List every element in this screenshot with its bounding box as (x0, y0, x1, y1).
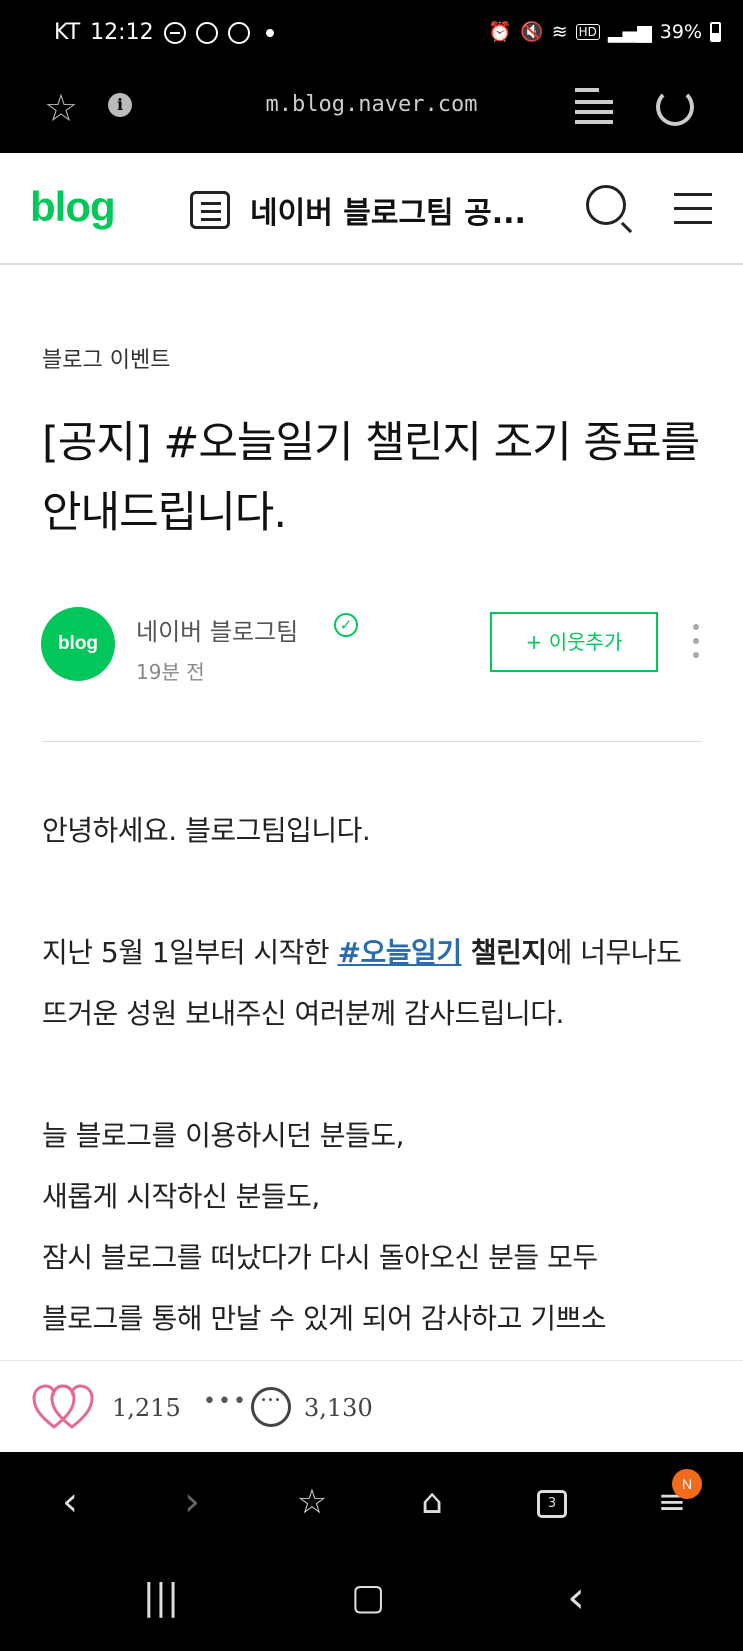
author-name[interactable]: 네이버 블로그팀 (136, 612, 298, 647)
body-line: 블로그를 통해 만날 수 있게 되어 감사하고 기쁘소 (42, 1302, 607, 1335)
battery-percent: 39% (659, 20, 702, 43)
tabs-button[interactable]: 3 (530, 1480, 574, 1524)
paragraph-text: 지난 5월 1일부터 시작한 (42, 936, 338, 969)
post-list-icon[interactable] (190, 191, 230, 229)
system-back-icon[interactable]: ‹ (551, 1576, 601, 1620)
app-notification-icon (195, 21, 218, 44)
more-notifications-dot-icon (265, 28, 274, 37)
post-action-bar: 1,215 ••• 3,130 (0, 1360, 743, 1452)
home-button-icon[interactable]: ▢ (343, 1578, 393, 1618)
notification-badge: N (672, 1469, 702, 1499)
bold-text: 챌린지 (461, 936, 547, 969)
divider (42, 741, 702, 742)
more-options-icon[interactable] (693, 624, 701, 660)
url-text[interactable]: m.blog.naver.com (0, 92, 743, 117)
browser-bottom-nav: ‹ › ☆ ⌂ 3 ≡ N (0, 1452, 743, 1556)
add-neighbor-button[interactable]: + 이웃추가 (490, 612, 658, 672)
blog-header: blog 네이버 블로그팀 공... (0, 153, 743, 265)
alarm-icon: ⏰ (488, 21, 513, 43)
blog-title[interactable]: 네이버 블로그팀 공... (250, 188, 526, 232)
hd-voice-badge: HD (575, 23, 600, 40)
comment-icon[interactable] (251, 1387, 291, 1427)
browser-url-bar: ☆ i m.blog.naver.com (0, 68, 743, 153)
clock: 12:12 (90, 20, 154, 45)
do-not-disturb-icon (163, 21, 186, 44)
music-app-icon (227, 21, 250, 44)
system-nav-bar: ||| ▢ ‹ (0, 1556, 743, 1651)
blog-logo[interactable]: blog (30, 183, 116, 231)
post-body: 안녕하세요. 블로그팀입니다. 지난 5월 1일부터 시작한 #오늘일기 챌린지… (42, 800, 702, 1360)
status-bar: KT 12:12 ⏰ 🔇 ≋ HD ▂▄▆ 39% (0, 0, 743, 68)
verified-check-icon: ✓ (334, 613, 358, 637)
like-heart-icon[interactable] (32, 1383, 98, 1431)
body-line: 잠시 블로그를 떠났다가 다시 돌아오신 분들 모두 (42, 1241, 598, 1274)
tabs-icon: 3 (537, 1490, 567, 1518)
status-right: ⏰ 🔇 ≋ HD ▂▄▆ 39% (488, 20, 721, 43)
author-avatar[interactable]: blog (41, 607, 115, 681)
forward-arrow-icon[interactable]: › (170, 1480, 214, 1524)
challenge-paragraph: 지난 5월 1일부터 시작한 #오늘일기 챌린지에 너무나도 뜨거운 성원 보내… (42, 922, 702, 1044)
body-line: 새롭게 시작하신 분들도, (42, 1180, 320, 1213)
post-category[interactable]: 블로그 이벤트 (42, 342, 170, 374)
like-count: 1,215 (112, 1394, 181, 1422)
mute-icon: 🔇 (520, 21, 544, 43)
wifi-icon: ≋ (551, 20, 568, 43)
post-time: 19분 전 (136, 660, 205, 684)
bookmarks-star-icon[interactable]: ☆ (290, 1480, 334, 1524)
search-icon[interactable] (586, 185, 626, 225)
hashtag-link[interactable]: #오늘일기 (338, 936, 463, 969)
carrier-label: KT (54, 20, 81, 45)
reader-mode-icon[interactable] (575, 86, 613, 124)
like-more-button[interactable]: ••• (203, 1389, 248, 1414)
recent-apps-icon[interactable]: ||| (136, 1578, 186, 1618)
reload-icon[interactable] (656, 88, 694, 126)
back-arrow-icon[interactable]: ‹ (48, 1480, 92, 1524)
greeting-paragraph: 안녕하세요. 블로그팀입니다. (42, 814, 371, 847)
comment-count[interactable]: 3,130 (304, 1394, 373, 1422)
post-title: [공지] #오늘일기 챌린지 조기 종료를 안내드립니다. (42, 418, 700, 538)
battery-icon (710, 21, 721, 42)
body-line: 늘 블로그를 이용하시던 분들도, (42, 1119, 404, 1152)
hamburger-menu-icon[interactable] (674, 191, 712, 225)
home-icon[interactable]: ⌂ (410, 1480, 454, 1524)
signal-icon: ▂▄▆ (607, 20, 652, 43)
status-left: KT 12:12 (54, 20, 274, 45)
